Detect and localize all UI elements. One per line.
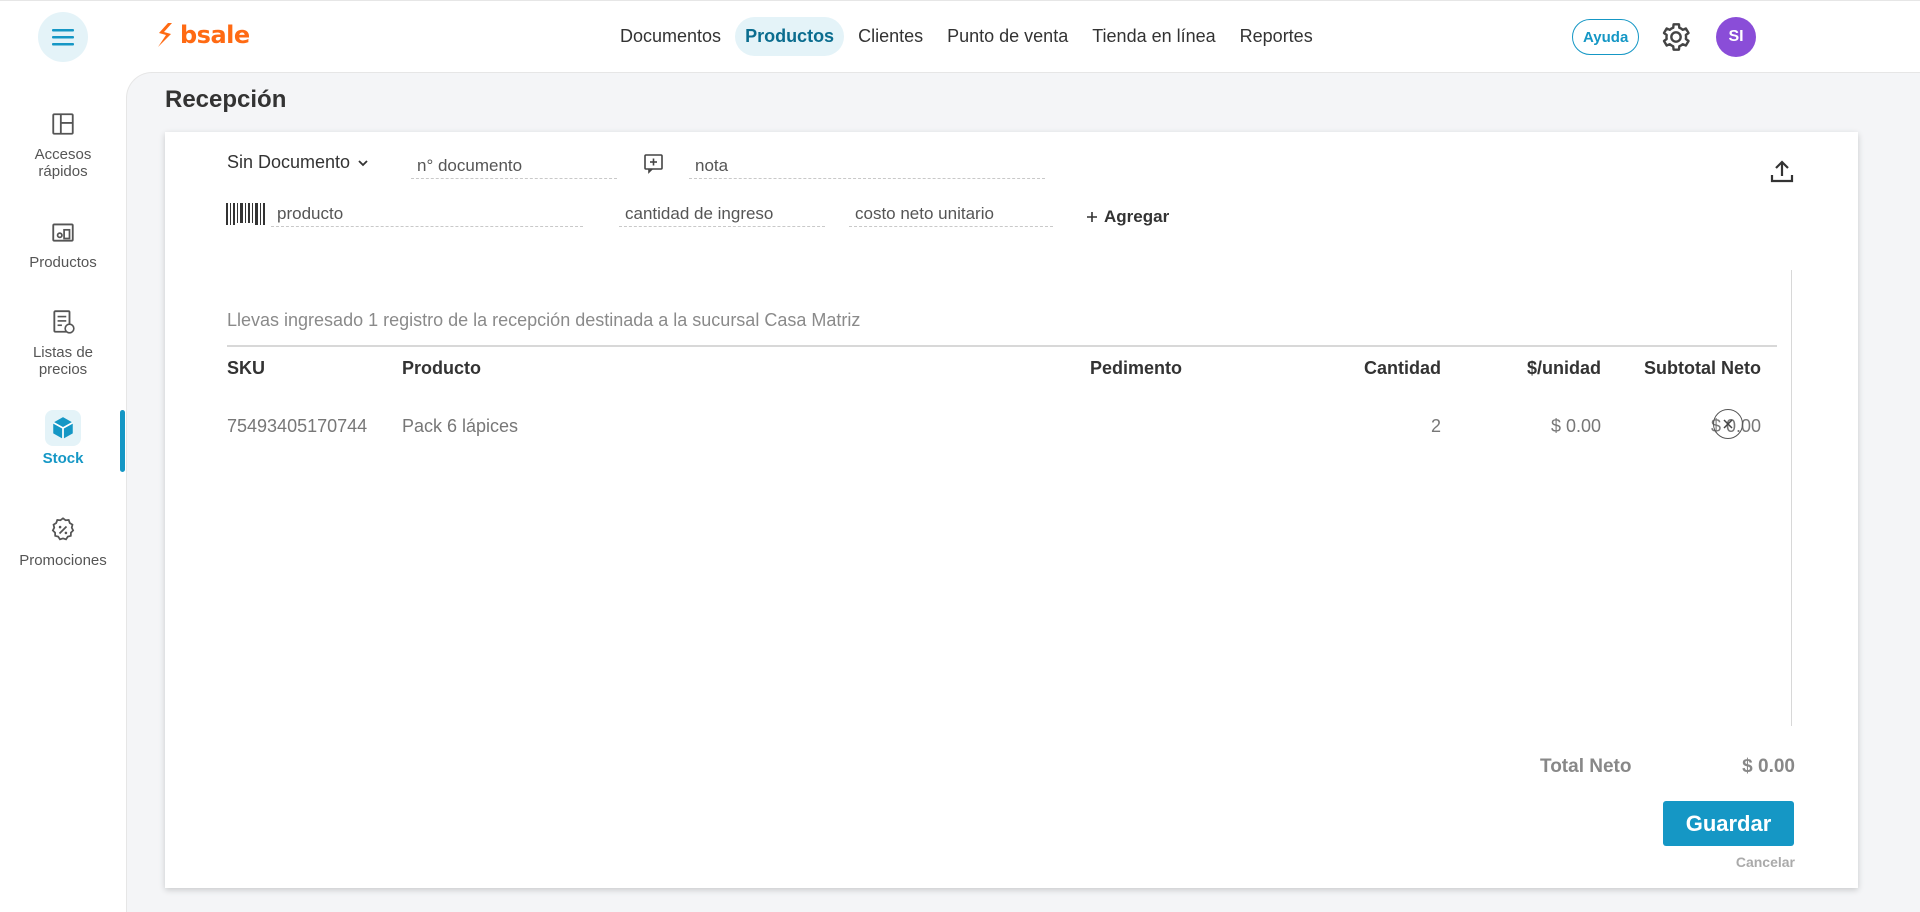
sidebar-item-label: Stock [42,450,84,467]
chevron-down-icon [358,159,368,166]
box-icon [52,417,74,439]
total-label: Total Neto [1540,756,1632,777]
sidebar-item-label: Accesos rápidos [34,146,92,180]
active-indicator [120,410,125,472]
add-button-label: Agregar [1104,207,1170,226]
logo-text: bsale [180,21,250,49]
total-value: $ 0.00 [1742,756,1795,777]
add-note-icon[interactable] [643,152,665,174]
promo-icon [51,517,75,541]
nav-documentos[interactable]: Documentos [610,17,731,56]
unit-cost-input[interactable] [849,202,1053,227]
product-input[interactable] [271,202,583,227]
page-title: Recepción [165,86,287,113]
column-header-sku: SKU [227,358,266,378]
nav-productos[interactable]: Productos [735,17,845,56]
column-header-cantidad: Cantidad [1363,358,1441,378]
note-input[interactable] [689,154,1045,179]
upload-icon[interactable] [1769,158,1795,184]
column-header-producto: Producto [402,358,481,378]
sidebar: Accesos rápidos Productos Listas de prec… [0,72,126,912]
price-list-icon [53,310,75,334]
reception-card: Sin Documento Agregar Llevas ingresado 1… [165,132,1858,888]
close-icon [1723,419,1733,429]
sidebar-item-label: Listas de precios [32,344,94,378]
barcode-icon[interactable] [226,202,266,228]
row-sku: 75493405170744 [227,416,368,436]
save-button[interactable]: Guardar [1663,801,1794,846]
row-quantity: 2 [1430,416,1441,436]
sidebar-item-label: Productos [29,254,97,271]
hamburger-menu-button[interactable] [38,12,88,62]
gear-icon[interactable] [1660,21,1692,53]
column-header-subtotal: Subtotal Neto [1644,358,1761,378]
sidebar-item-promociones[interactable]: Promociones [0,512,126,569]
sidebar-item-listas-de-precios[interactable]: Listas de precios [0,304,126,378]
document-type-value: Sin Documento [227,152,351,172]
quantity-input[interactable] [619,202,825,227]
document-number-input[interactable] [411,154,617,179]
remove-row-button[interactable] [1713,409,1743,439]
document-type-select[interactable]: Sin Documento [227,152,370,173]
row-product: Pack 6 lápices [402,416,519,436]
sidebar-item-productos[interactable]: Productos [0,214,126,271]
sidebar-item-stock[interactable]: Stock [0,410,126,467]
table-header-divider [227,345,1777,347]
top-bar: bsale Documentos Productos Clientes Punt… [0,0,1920,72]
user-avatar[interactable]: SI [1716,17,1756,57]
products-icon [52,223,74,242]
bsale-logo-mark-icon [158,23,172,47]
column-header-pedimento: Pedimento [1090,358,1183,378]
bsale-logo[interactable]: bsale [154,21,250,49]
hamburger-icon [52,29,74,46]
layout-icon [52,113,74,135]
cancel-button[interactable]: Cancelar [1665,854,1795,870]
nav-clientes[interactable]: Clientes [848,17,933,56]
divider [1791,270,1792,726]
nav-tienda-en-linea[interactable]: Tienda en línea [1082,17,1225,56]
help-button[interactable]: Ayuda [1572,19,1640,55]
sidebar-item-label: Promociones [19,552,107,569]
sidebar-item-accesos-rapidos[interactable]: Accesos rápidos [0,106,126,180]
add-button[interactable]: Agregar [1086,207,1169,227]
nav-reportes[interactable]: Reportes [1230,17,1323,56]
nav-punto-de-venta[interactable]: Punto de venta [937,17,1078,56]
plus-icon [1087,212,1097,222]
main-nav: Documentos Productos Clientes Punto de v… [610,17,1323,56]
summary-text: Llevas ingresado 1 registro de la recepc… [227,310,861,330]
